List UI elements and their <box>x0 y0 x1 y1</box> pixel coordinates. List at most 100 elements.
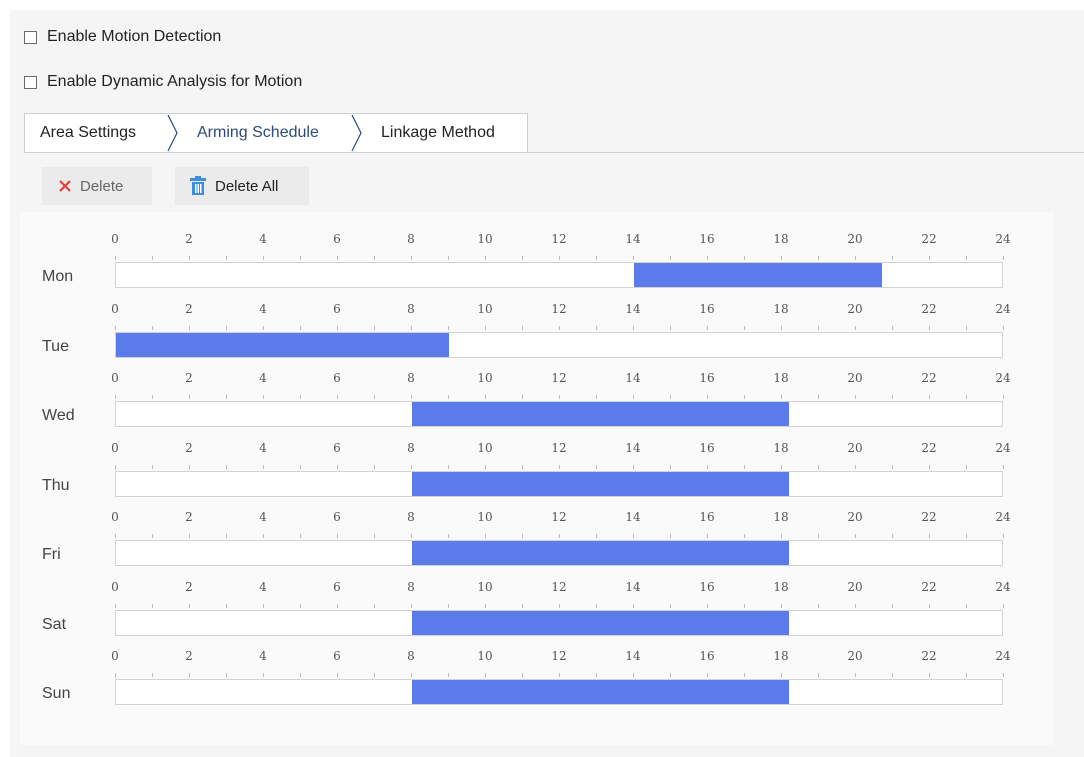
hour-tick-mark <box>892 395 893 399</box>
hour-tick-mark <box>929 325 930 330</box>
hour-tick-mark <box>152 603 153 608</box>
tab-linkage-method[interactable]: Linkage Method <box>381 114 495 152</box>
hour-tick-mark <box>263 603 264 608</box>
hour-tick-mark <box>448 256 449 260</box>
hour-tick-mark <box>263 673 264 677</box>
hour-tick-label: 8 <box>407 510 415 524</box>
settings-tabs: Area Settings Arming Schedule Linkage Me… <box>24 113 528 153</box>
hour-tick-mark <box>966 464 967 469</box>
hour-tick-mark <box>226 534 227 538</box>
hour-tick-mark <box>300 325 301 330</box>
hour-tick-label: 20 <box>847 301 863 316</box>
schedule-segment[interactable] <box>116 332 449 357</box>
hour-tick-mark <box>115 325 116 330</box>
hour-tick-mark <box>448 325 449 330</box>
schedule-bar[interactable] <box>115 262 1003 288</box>
hour-tick-mark <box>559 395 560 399</box>
hour-tick-mark <box>337 534 338 538</box>
schedule-segment[interactable] <box>412 680 790 704</box>
hour-tick-mark <box>337 603 338 608</box>
hour-tick-mark <box>670 256 671 260</box>
hour-tick-mark <box>892 256 893 260</box>
enable-motion-detection-checkbox[interactable] <box>24 30 37 44</box>
schedule-segment[interactable] <box>412 610 790 635</box>
hour-tick-label: 14 <box>625 510 641 524</box>
hour-tick-mark <box>1003 464 1004 469</box>
hour-tick-label: 22 <box>921 579 937 594</box>
hour-tick-label: 2 <box>185 440 193 455</box>
tab-separator-arrow-right <box>351 114 362 152</box>
enable-dynamic-analysis-checkbox[interactable] <box>24 75 37 89</box>
hour-tick-label: 20 <box>847 649 863 663</box>
hour-tick-mark <box>485 464 486 469</box>
schedule-segment[interactable] <box>412 541 790 565</box>
schedule-segment[interactable] <box>412 471 790 496</box>
enable-motion-detection-row[interactable]: Enable Motion Detection <box>24 28 221 46</box>
hour-tick-mark <box>411 603 412 608</box>
schedule-bar[interactable] <box>115 470 1003 497</box>
hour-tick-mark <box>374 256 375 260</box>
hour-tick-mark <box>189 395 190 399</box>
hour-tick-mark <box>855 603 856 608</box>
hour-tick-label: 14 <box>625 301 641 316</box>
hour-tick-label: 10 <box>477 440 493 455</box>
hour-tick-mark <box>707 325 708 330</box>
hour-tick-mark <box>374 395 375 399</box>
hour-tick-mark <box>744 395 745 399</box>
hour-tick-mark <box>152 464 153 469</box>
schedule-bar[interactable] <box>115 679 1003 705</box>
schedule-row-sun: Sun 0 2 4 6 8 10 12 14 16 18 20 22 24 <box>20 649 1054 719</box>
schedule-bar[interactable] <box>115 609 1003 636</box>
hour-tick-label: 22 <box>921 232 937 246</box>
hour-tick-mark <box>115 395 116 399</box>
schedule-row-fri: Fri 0 2 4 6 8 10 12 14 16 18 20 22 24 <box>20 510 1054 580</box>
hour-tick-label: 0 <box>111 301 119 316</box>
hour-tick-mark <box>485 395 486 399</box>
hour-tick-mark <box>781 673 782 677</box>
delete-button[interactable]: Delete <box>42 167 152 205</box>
hour-tick-mark <box>744 603 745 608</box>
hour-tick-label: 12 <box>551 301 567 316</box>
schedule-bar[interactable] <box>115 401 1003 427</box>
hour-tick-mark <box>855 673 856 677</box>
hour-tick-mark <box>596 256 597 260</box>
hour-tick-label: 6 <box>333 371 341 385</box>
hour-tick-mark <box>929 673 930 677</box>
hour-tick-label: 8 <box>407 232 415 246</box>
hour-tick-label: 4 <box>259 301 267 316</box>
hour-tick-mark <box>781 395 782 399</box>
schedule-bar[interactable] <box>115 540 1003 566</box>
hour-tick-label: 6 <box>333 232 341 246</box>
delete-all-button[interactable]: Delete All <box>175 167 309 205</box>
hour-tick-mark <box>374 325 375 330</box>
hour-tick-label: 8 <box>407 371 415 385</box>
schedule-row-mon: Mon 0 2 4 6 8 10 12 14 16 18 20 22 24 <box>20 232 1054 302</box>
hour-tick-mark <box>966 603 967 608</box>
hour-tick-label: 24 <box>995 440 1011 455</box>
hour-tick-label: 4 <box>259 440 267 455</box>
hour-tick-label: 4 <box>259 510 267 524</box>
schedule-row-tue: Tue 0 2 4 6 8 10 12 14 16 18 20 22 24 <box>20 302 1054 372</box>
hour-tick-mark <box>263 325 264 330</box>
hour-tick-mark <box>781 603 782 608</box>
hour-tick-mark <box>892 534 893 538</box>
tab-arming-schedule[interactable]: Arming Schedule <box>197 114 319 152</box>
schedule-bar[interactable] <box>115 331 1003 358</box>
schedule-segment[interactable] <box>634 263 882 287</box>
hour-tick-label: 14 <box>625 649 641 663</box>
delete-button-label: Delete <box>80 177 124 195</box>
tabs-divider <box>528 152 1084 153</box>
tab-area-settings[interactable]: Area Settings <box>40 114 136 152</box>
enable-dynamic-analysis-row[interactable]: Enable Dynamic Analysis for Motion <box>24 73 302 91</box>
trash-icon <box>189 176 207 196</box>
hour-tick-label: 20 <box>847 510 863 524</box>
hour-tick-label: 12 <box>551 649 567 663</box>
hour-tick-label: 10 <box>477 371 493 385</box>
day-label: Tue <box>42 337 69 355</box>
schedule-segment[interactable] <box>412 402 790 426</box>
hour-tick-mark <box>707 603 708 608</box>
day-label: Sun <box>42 685 71 702</box>
hour-tick-label: 2 <box>185 579 193 594</box>
hour-tick-mark <box>966 395 967 399</box>
delete-all-button-label: Delete All <box>215 177 279 195</box>
